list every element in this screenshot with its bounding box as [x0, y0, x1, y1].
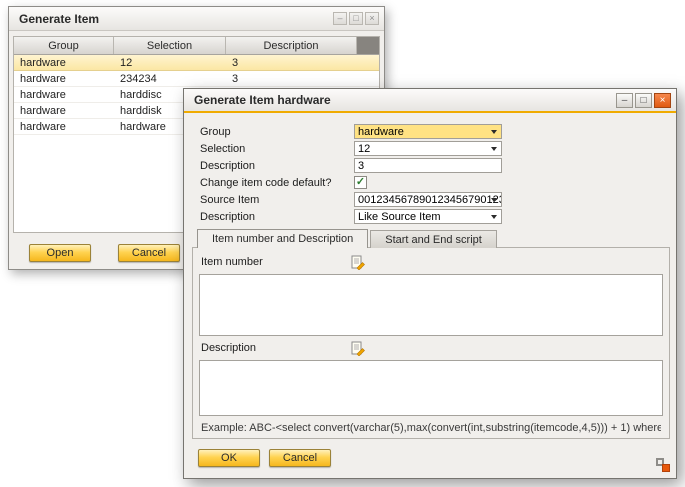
cell-group: hardware: [14, 73, 114, 85]
item-number-label: Item number: [201, 256, 263, 268]
item-number-label-row: Item number: [201, 256, 669, 272]
front-window-titlebar[interactable]: Generate Item hardware – □ ×: [184, 89, 676, 113]
description-input[interactable]: [354, 158, 502, 173]
description2-value: Like Source Item: [358, 211, 441, 223]
front-window-controls: – □ ×: [616, 93, 671, 108]
close-button[interactable]: ×: [654, 93, 671, 108]
change-item-code-label: Change item code default?: [200, 177, 354, 189]
cell-selection: 234234: [114, 73, 226, 85]
table-row[interactable]: hardware 12 3: [14, 55, 379, 71]
chevron-down-icon: [488, 125, 500, 138]
minimize-button[interactable]: –: [333, 12, 347, 25]
form-row-change-default: Change item code default? ✓: [200, 174, 676, 191]
cancel-button[interactable]: Cancel: [118, 244, 180, 262]
source-item-value: 00123456789012345679012345: [358, 194, 502, 206]
description2-dropdown[interactable]: Like Source Item: [354, 209, 502, 224]
item-number-textarea[interactable]: [199, 274, 663, 336]
group-value: hardware: [358, 126, 404, 138]
tab-start-and-end-script[interactable]: Start and End script: [370, 230, 497, 248]
open-button[interactable]: Open: [29, 244, 91, 262]
table-header: Group Selection Description: [14, 37, 379, 55]
description2-label: Description: [200, 211, 354, 223]
tab-bar: Item number and Description Start and En…: [197, 229, 497, 248]
change-item-code-checkbox[interactable]: ✓: [354, 176, 367, 189]
cell-group: hardware: [14, 121, 114, 133]
front-window-title: Generate Item hardware: [194, 93, 331, 107]
column-header-selection[interactable]: Selection: [114, 37, 226, 54]
resize-grip-icon[interactable]: [656, 458, 670, 472]
chevron-down-icon: [488, 210, 500, 223]
group-dropdown[interactable]: hardware: [354, 124, 502, 139]
header-filler: [357, 37, 379, 54]
panel-description-label: Description: [201, 342, 256, 354]
close-button[interactable]: ×: [365, 12, 379, 25]
column-header-group[interactable]: Group: [14, 37, 114, 54]
column-header-description[interactable]: Description: [226, 37, 357, 54]
form-row-description: Description: [200, 157, 676, 174]
selection-value: 12: [358, 143, 370, 155]
chevron-down-icon: [488, 142, 500, 155]
form-row-source-item: Source Item 00123456789012345679012345: [200, 191, 676, 208]
group-label: Group: [200, 126, 354, 138]
maximize-button[interactable]: □: [635, 93, 652, 108]
ok-button[interactable]: OK: [198, 449, 260, 467]
back-window-buttons: Open Cancel: [29, 244, 180, 262]
selection-label: Selection: [200, 143, 354, 155]
edit-icon[interactable]: [351, 255, 366, 270]
cell-selection: 12: [114, 57, 226, 69]
back-window-titlebar[interactable]: Generate Item – □ ×: [9, 7, 384, 31]
cell-group: hardware: [14, 105, 114, 117]
description-textarea[interactable]: [199, 360, 663, 416]
generate-item-hardware-window: Generate Item hardware – □ × Group hardw…: [183, 88, 677, 479]
source-item-label: Source Item: [200, 194, 354, 206]
form-row-description2: Description Like Source Item: [200, 208, 676, 225]
cell-description: 3: [226, 73, 379, 85]
cell-description: 3: [226, 57, 379, 69]
source-item-dropdown[interactable]: 00123456789012345679012345: [354, 192, 502, 207]
item-number-description-panel: Item number Description: [192, 247, 670, 439]
form-row-selection: Selection 12: [200, 140, 676, 157]
description-label: Description: [200, 160, 354, 172]
chevron-down-icon: [488, 193, 500, 206]
check-icon: ✓: [356, 177, 365, 188]
form-row-group: Group hardware: [200, 123, 676, 140]
back-window-controls: – □ ×: [333, 12, 379, 25]
edit-icon[interactable]: [351, 341, 366, 356]
front-window-buttons: OK Cancel: [198, 449, 331, 467]
back-window-title: Generate Item: [19, 12, 99, 26]
minimize-button[interactable]: –: [616, 93, 633, 108]
item-form: Group hardware Selection 12 Description …: [184, 113, 676, 225]
selection-dropdown[interactable]: 12: [354, 141, 502, 156]
cancel-button[interactable]: Cancel: [269, 449, 331, 467]
cell-group: hardware: [14, 89, 114, 101]
tab-item-number-and-description[interactable]: Item number and Description: [197, 229, 368, 248]
cell-group: hardware: [14, 57, 114, 69]
table-row[interactable]: hardware 234234 3: [14, 71, 379, 87]
description-label-row: Description: [201, 342, 669, 358]
maximize-button[interactable]: □: [349, 12, 363, 25]
example-text: Example: ABC-<select convert(varchar(5),…: [201, 422, 661, 434]
